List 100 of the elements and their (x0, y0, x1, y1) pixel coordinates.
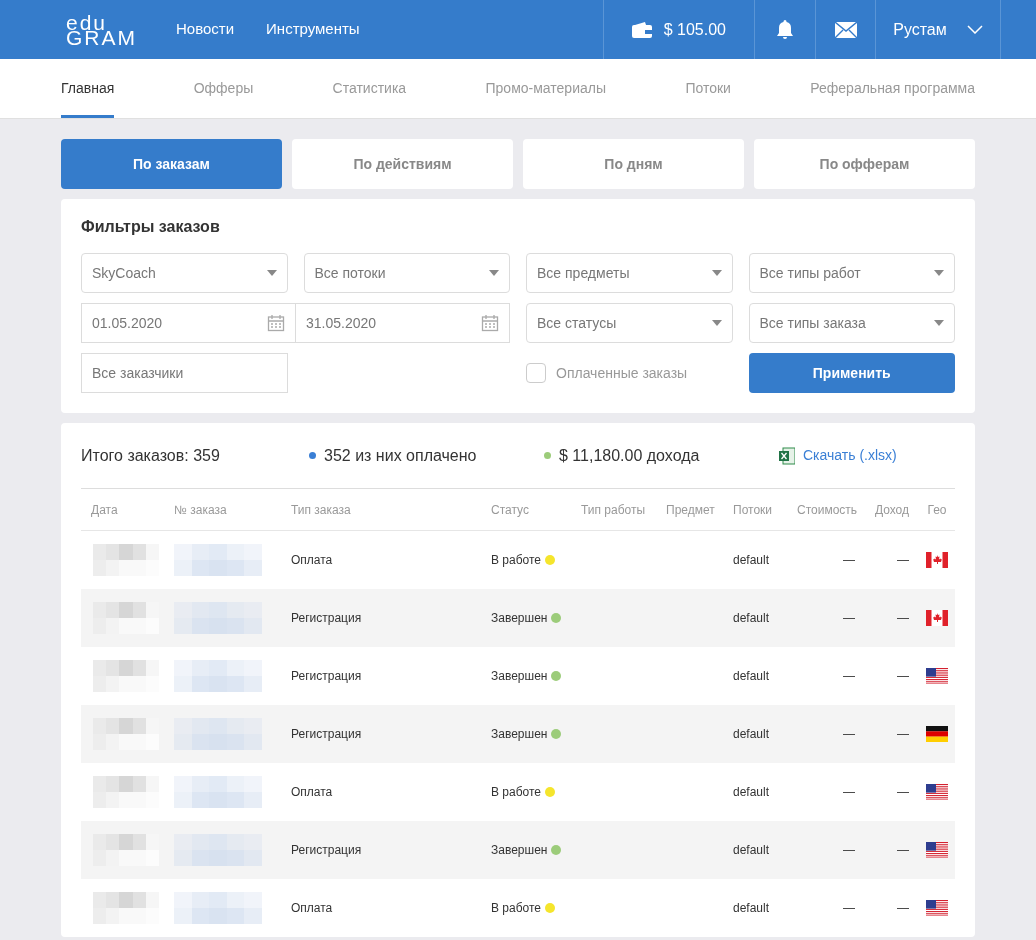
column-header: Тип заказа (291, 501, 352, 519)
dropdown-caret-icon (266, 270, 277, 276)
table-cell-text: — (896, 552, 910, 569)
pixelated-block (93, 718, 159, 750)
usa-flag-icon (926, 784, 948, 800)
select-dropdown[interactable]: Все потоки (303, 253, 510, 293)
orders-total: Итого заказов: 359 (81, 445, 221, 466)
table-cell-text: — (842, 726, 856, 743)
column-header: Доход (873, 501, 910, 519)
dropdown-caret-icon (711, 270, 722, 276)
column-header: Статус (491, 501, 530, 519)
view-tab[interactable]: По действиям (292, 139, 513, 189)
calendar-icon (481, 314, 499, 332)
view-tab[interactable]: По офферам (754, 139, 975, 189)
table-cell-text: — (842, 552, 856, 569)
summary-stat: $ 11,180.00 дохода (559, 445, 701, 466)
table-cell-text: Регистрация (291, 610, 363, 627)
pixelated-block (93, 892, 159, 924)
table-cell-text: — (896, 784, 910, 801)
table-cell-text: — (896, 900, 910, 917)
bell-icon (776, 19, 794, 40)
table-cell-text: — (842, 842, 856, 859)
summary-stat: 352 из них оплачено (324, 445, 478, 466)
table-cell-text: — (842, 900, 856, 917)
select-dropdown[interactable]: Все типы работ (748, 253, 955, 293)
table-cell-text: — (842, 610, 856, 627)
nav-tab[interactable]: Потоки (685, 59, 731, 118)
view-tab[interactable]: По дням (523, 139, 744, 189)
usa-flag-icon (926, 842, 948, 858)
nav-tab[interactable]: Офферы (193, 59, 254, 118)
view-tab[interactable]: По заказам (61, 139, 282, 189)
column-header: Дата (90, 501, 119, 519)
table-cell-text: — (896, 610, 910, 627)
status-label: В работе (491, 552, 541, 569)
select-dropdown[interactable]: Все предметы (526, 253, 733, 293)
column-header: Потоки (733, 501, 774, 519)
status-label: В работе (491, 900, 541, 917)
select-dropdown[interactable]: Все статусы (526, 303, 733, 343)
select-dropdown[interactable]: Все типы заказа (748, 303, 955, 343)
dropdown-caret-icon (489, 270, 499, 276)
column-header: Тип работы (581, 501, 647, 519)
wallet-icon (631, 21, 652, 38)
envelope-icon (834, 21, 857, 38)
logo[interactable]: edu GRAM (66, 14, 146, 45)
table-cell-text: Оплата (291, 784, 334, 801)
apply-button[interactable]: Применить (748, 353, 955, 393)
table-cell-text: default (733, 900, 771, 917)
download-link[interactable]: Скачать (.xlsx) (779, 445, 897, 466)
usa-flag-icon (926, 900, 948, 916)
pixelated-block (93, 834, 159, 866)
date-field[interactable]: 01.05.2020 (81, 303, 296, 343)
column-header: Предмет (666, 501, 716, 519)
table-cell-text: — (842, 668, 856, 685)
table-cell-text: default (733, 842, 771, 859)
nav-tab[interactable]: Реферальная программа (810, 59, 975, 118)
germany-flag-icon (926, 726, 948, 742)
nav-tab[interactable]: Главная (61, 59, 115, 118)
table-cell-text: — (896, 842, 910, 859)
status-label: Завершен (491, 842, 548, 859)
canada-flag-icon (926, 552, 948, 568)
table-cell-text: default (733, 726, 771, 743)
nav-link[interactable]: Новости (176, 18, 235, 41)
pixelated-block (93, 776, 159, 808)
dropdown-caret-icon (711, 320, 722, 326)
filters-title: Фильтры заказов (81, 217, 221, 237)
status-label: Завершен (491, 610, 548, 627)
table-cell-text: Регистрация (291, 726, 363, 743)
dropdown-caret-icon (934, 320, 944, 326)
nav-tab[interactable]: Статистика (332, 59, 407, 118)
customers-field[interactable]: Все заказчики (81, 353, 288, 393)
usa-flag-icon (926, 668, 948, 684)
status-label: Завершен (491, 726, 548, 743)
column-header: № заказа (174, 501, 228, 519)
status-label: В работе (491, 784, 541, 801)
select-dropdown[interactable]: SkyCoach (81, 253, 288, 293)
table-cell-text: — (842, 784, 856, 801)
table-cell-text: — (896, 668, 910, 685)
spreadsheet-icon (779, 446, 795, 465)
table-cell-text: — (896, 726, 910, 743)
pixelated-block (93, 544, 159, 576)
canada-flag-icon (926, 610, 948, 626)
paid-orders-checkbox[interactable]: Оплаченные заказы (526, 353, 733, 393)
table-cell-text: Регистрация (291, 668, 363, 685)
table-cell-text: default (733, 784, 771, 801)
table-cell-text: default (733, 552, 771, 569)
pixelated-block (93, 660, 159, 692)
dropdown-caret-icon (934, 270, 944, 276)
table-cell-text: Оплата (291, 900, 334, 917)
date-field[interactable]: 31.05.2020 (296, 303, 510, 343)
table-cell-text: default (733, 668, 771, 685)
table-cell-text: Регистрация (291, 842, 363, 859)
table-cell-text: Оплата (291, 552, 334, 569)
chevron-down-icon (966, 25, 983, 34)
status-label: Завершен (491, 668, 548, 685)
table-cell-text: default (733, 610, 771, 627)
nav-link[interactable]: Инструменты (266, 18, 360, 41)
column-header: Стоимость (797, 501, 859, 519)
nav-tab[interactable]: Промо-материалы (485, 59, 606, 118)
pixelated-block (93, 602, 159, 634)
calendar-icon (267, 314, 285, 332)
